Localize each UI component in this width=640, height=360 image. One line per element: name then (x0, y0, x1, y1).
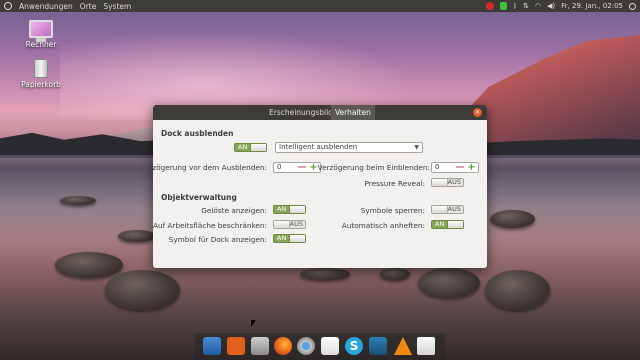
dock-launcher: S (195, 333, 445, 360)
files-icon[interactable] (203, 337, 221, 355)
unpinned-label: Gelöste anzeigen: (201, 206, 267, 215)
rock (418, 268, 480, 298)
firefox-icon[interactable] (274, 337, 292, 355)
gear-icon[interactable] (629, 2, 636, 10)
lock-icons-label: Symbole sperren: (360, 206, 425, 215)
plus-icon[interactable]: + (467, 163, 476, 173)
chevron-down-icon: ▼ (414, 144, 419, 151)
file-manager-icon[interactable] (251, 337, 269, 355)
hide-mode-select[interactable]: Intelligent ausblenden ▼ (275, 142, 423, 153)
delay-hide-label: Verzögerung vor dem Ausblenden: (153, 163, 267, 172)
pressure-reveal-toggle[interactable]: AUS (431, 178, 464, 187)
rock (300, 268, 350, 280)
mail-icon[interactable] (321, 337, 339, 355)
dock-icon-label: Symbol für Dock anzeigen: (168, 235, 267, 244)
rock (60, 196, 96, 205)
clock[interactable]: Fr, 29. Jan., 02:05 (561, 2, 623, 10)
trash-icon (34, 59, 48, 78)
menu-places[interactable]: Orte (80, 2, 97, 11)
tab-behavior[interactable]: Verhalten (331, 105, 375, 120)
section-objects: Objektverwaltung (161, 193, 237, 202)
desktop-icon-computer[interactable]: Rechner (11, 20, 71, 49)
plus-icon[interactable]: + (309, 163, 318, 173)
chromium-icon[interactable] (297, 337, 315, 355)
dock-settings-dialog: Erscheinungsbild Verhalten × Dock ausble… (153, 105, 487, 268)
minus-icon[interactable] (298, 166, 306, 168)
section-dock-hide: Dock ausblenden (161, 129, 234, 138)
delay-show-label: Verzögerung beim Einblenden: (317, 163, 430, 172)
record-indicator-icon[interactable] (485, 2, 494, 10)
skype-icon[interactable]: S (345, 337, 363, 355)
autopin-toggle[interactable]: AN (431, 220, 464, 229)
delay-show-stepper[interactable]: 0 + (431, 162, 479, 173)
dock-hide-toggle[interactable]: AN (234, 143, 267, 152)
bluetooth-icon[interactable]: ᛒ (513, 2, 517, 10)
restrict-workspace-label: Auf Arbeitsfläche beschränken: (153, 221, 267, 230)
network-icon[interactable]: ⇅ (523, 2, 529, 10)
kodi-icon[interactable] (369, 337, 387, 355)
software-center-icon[interactable] (227, 337, 245, 355)
pressure-reveal-label: Pressure Reveal: (364, 179, 425, 188)
unpinned-toggle[interactable]: AN (273, 205, 306, 214)
wifi-icon[interactable]: ◠ (535, 2, 541, 10)
ubuntu-logo-icon[interactable] (4, 2, 12, 10)
menu-applications[interactable]: Anwendungen (19, 2, 73, 11)
close-icon[interactable]: × (473, 108, 482, 117)
restrict-workspace-toggle[interactable]: AUS (273, 220, 306, 229)
dock-icon-toggle[interactable]: AN (273, 234, 306, 243)
rock (55, 252, 123, 278)
mouse-cursor-icon (251, 320, 256, 327)
rock (105, 270, 180, 310)
rock (380, 268, 410, 280)
dialog-titlebar: Erscheinungsbild Verhalten × (153, 105, 487, 120)
top-panel: Anwendungen Orte System ᛒ ⇅ ◠ ◀) Fr, 29.… (0, 0, 640, 12)
desktop-icon-trash[interactable]: Papierkorb (11, 59, 71, 89)
rock (490, 210, 535, 228)
settings-icon[interactable] (417, 337, 435, 355)
vlc-icon[interactable] (394, 337, 412, 355)
minus-icon[interactable] (456, 166, 464, 168)
tab-appearance[interactable]: Erscheinungsbild (265, 105, 337, 120)
autopin-label: Automatisch anheften: (341, 221, 425, 230)
menu-system[interactable]: System (103, 2, 131, 11)
lock-icons-toggle[interactable]: AUS (431, 205, 464, 214)
phone-indicator-icon[interactable] (499, 2, 507, 10)
rock (485, 270, 550, 310)
desktop-icon-label: Papierkorb (21, 80, 61, 89)
delay-hide-stepper[interactable]: 0 + (273, 162, 321, 173)
computer-icon (29, 20, 53, 42)
rock (118, 230, 156, 242)
volume-icon[interactable]: ◀) (547, 2, 555, 10)
